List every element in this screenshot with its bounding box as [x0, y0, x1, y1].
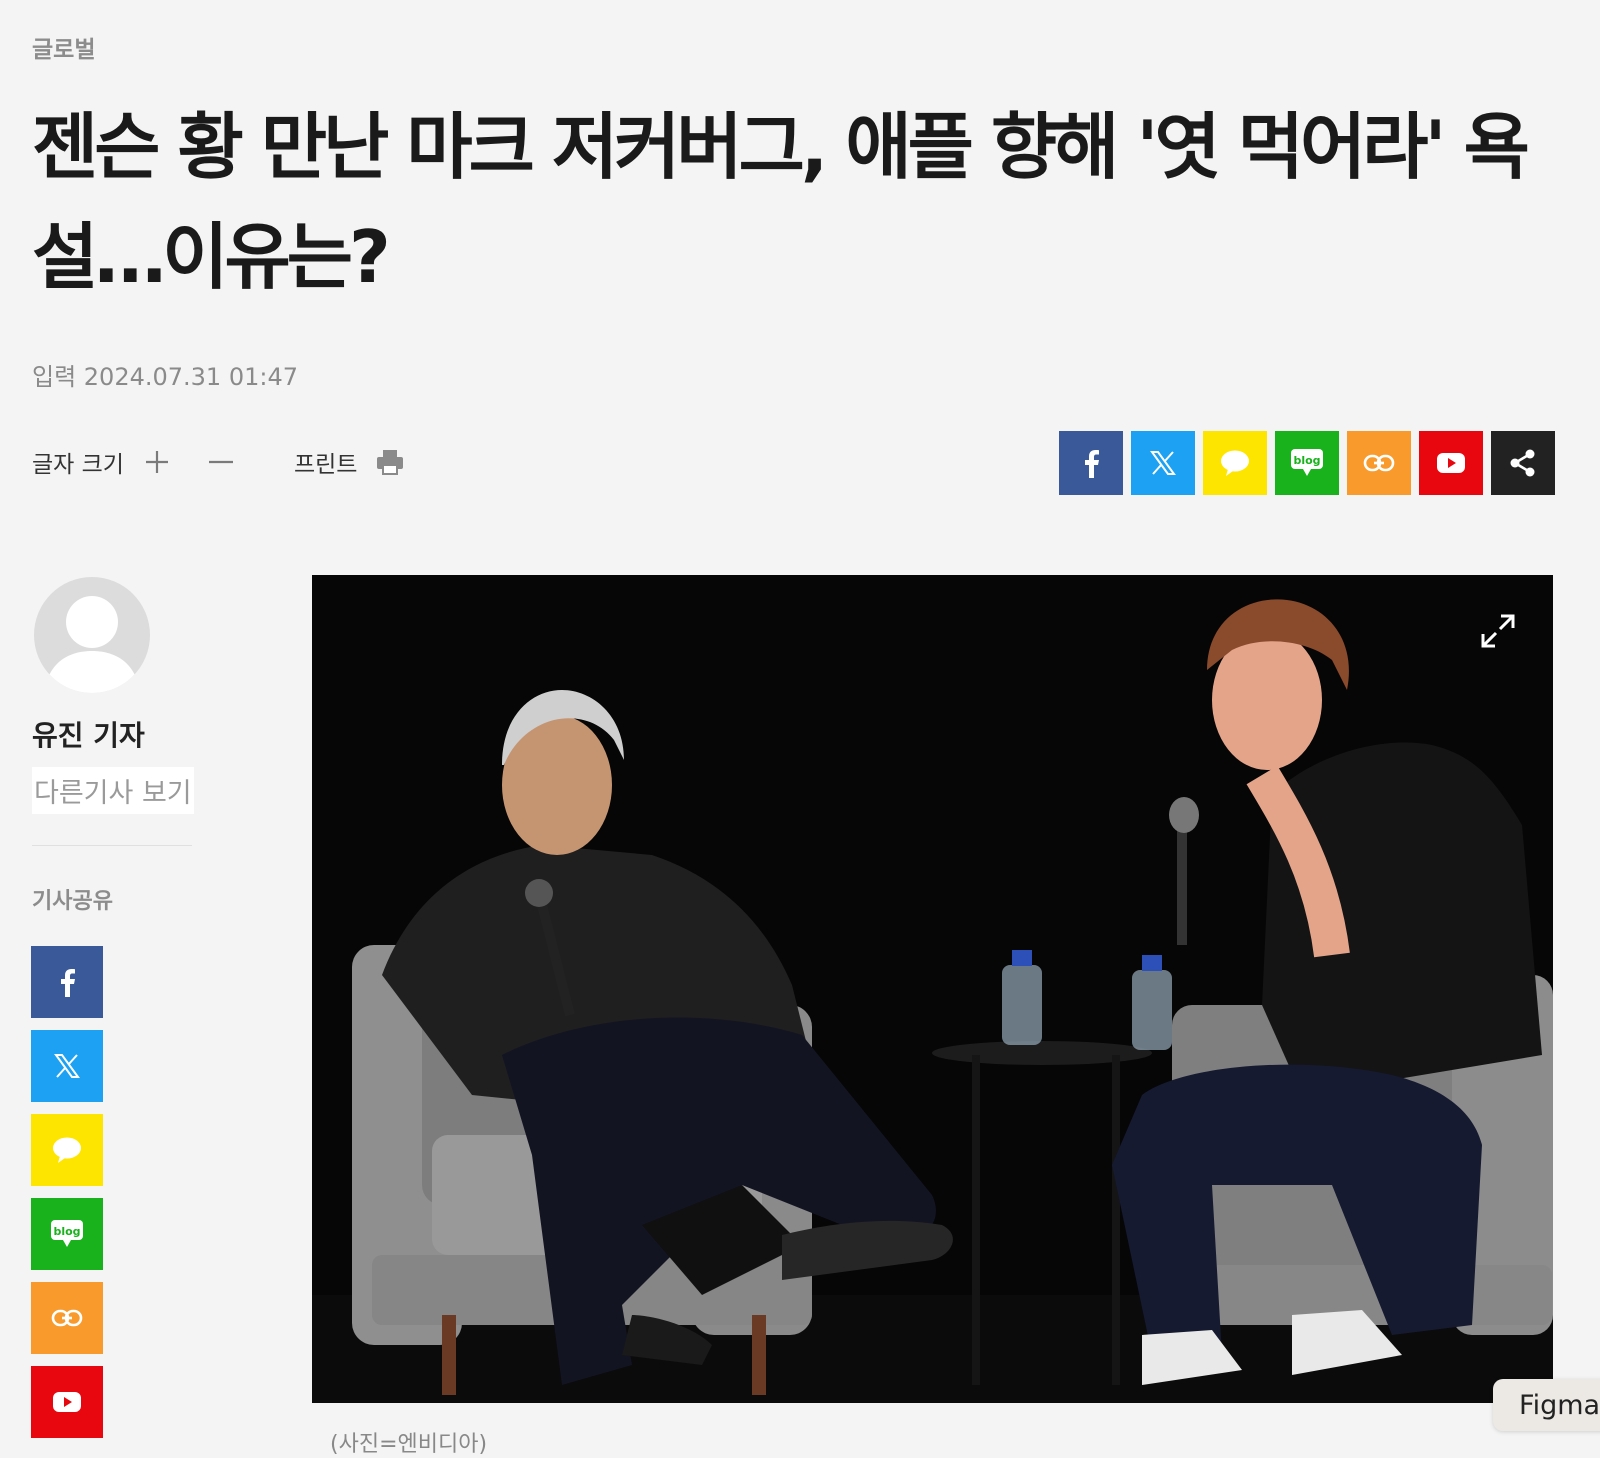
- font-decrease-icon[interactable]: [206, 447, 236, 477]
- svg-text:blog: blog: [1293, 454, 1320, 467]
- sidebar-divider: [32, 845, 192, 846]
- share-button[interactable]: [1491, 431, 1555, 495]
- reporter-avatar: [34, 577, 150, 693]
- x-icon: [1150, 451, 1176, 475]
- share-section-label: 기사공유: [32, 889, 113, 914]
- share-icon: [1510, 449, 1535, 477]
- print-icon[interactable]: [375, 447, 405, 477]
- facebook-share-button[interactable]: [1059, 431, 1123, 495]
- more-articles-link[interactable]: 다른기사 보기: [32, 767, 194, 814]
- font-size-label: 글자 크기: [32, 452, 124, 478]
- photo-caption: (사진=엔비디아): [330, 1432, 488, 1457]
- blog-icon: blog: [1291, 449, 1323, 476]
- link-icon: [51, 1309, 83, 1327]
- kakaotalk-icon: [53, 1137, 81, 1163]
- link-icon: [1363, 454, 1395, 472]
- figma-badge[interactable]: Figma: [1493, 1379, 1600, 1431]
- kakaotalk-share-button[interactable]: [1203, 431, 1267, 495]
- svg-text:blog: blog: [53, 1225, 80, 1238]
- top-share-bar: blog: [1059, 431, 1555, 495]
- facebook-icon: [1085, 450, 1099, 478]
- category-label[interactable]: 글로벌: [32, 30, 95, 64]
- print-label[interactable]: 프린트: [294, 445, 357, 479]
- sidebar-share-buttons: blog: [31, 946, 103, 1438]
- sidebar-link-button[interactable]: [31, 1282, 103, 1354]
- reporter-name: 유진 기자: [32, 719, 145, 752]
- sidebar-kakaotalk-button[interactable]: [31, 1114, 103, 1186]
- font-increase-icon[interactable]: [142, 447, 172, 477]
- naver-blog-share-button[interactable]: blog: [1275, 431, 1339, 495]
- article-photo[interactable]: [312, 575, 1553, 1403]
- article-headline: 젠슨 황 만난 마크 저커버그, 애플 향해 '엿 먹어라' 욕설…이유는?: [32, 105, 1530, 299]
- blog-icon: blog: [51, 1220, 83, 1247]
- youtube-icon: [53, 1392, 81, 1412]
- sidebar-x-button[interactable]: [31, 1030, 103, 1102]
- article-toolbar: 글자 크기 프린트: [32, 432, 405, 492]
- expand-photo-icon[interactable]: [1480, 613, 1516, 649]
- kakaotalk-icon: [1221, 450, 1249, 476]
- sidebar-blog-button[interactable]: blog: [31, 1198, 103, 1270]
- sidebar-youtube-button[interactable]: [31, 1366, 103, 1438]
- x-icon: [54, 1054, 80, 1078]
- copy-link-button[interactable]: [1347, 431, 1411, 495]
- sidebar-facebook-button[interactable]: [31, 946, 103, 1018]
- youtube-button[interactable]: [1419, 431, 1483, 495]
- youtube-icon: [1437, 453, 1465, 473]
- facebook-icon: [61, 969, 75, 997]
- x-share-button[interactable]: [1131, 431, 1195, 495]
- publish-date: 입력 2024.07.31 01:47: [32, 363, 298, 391]
